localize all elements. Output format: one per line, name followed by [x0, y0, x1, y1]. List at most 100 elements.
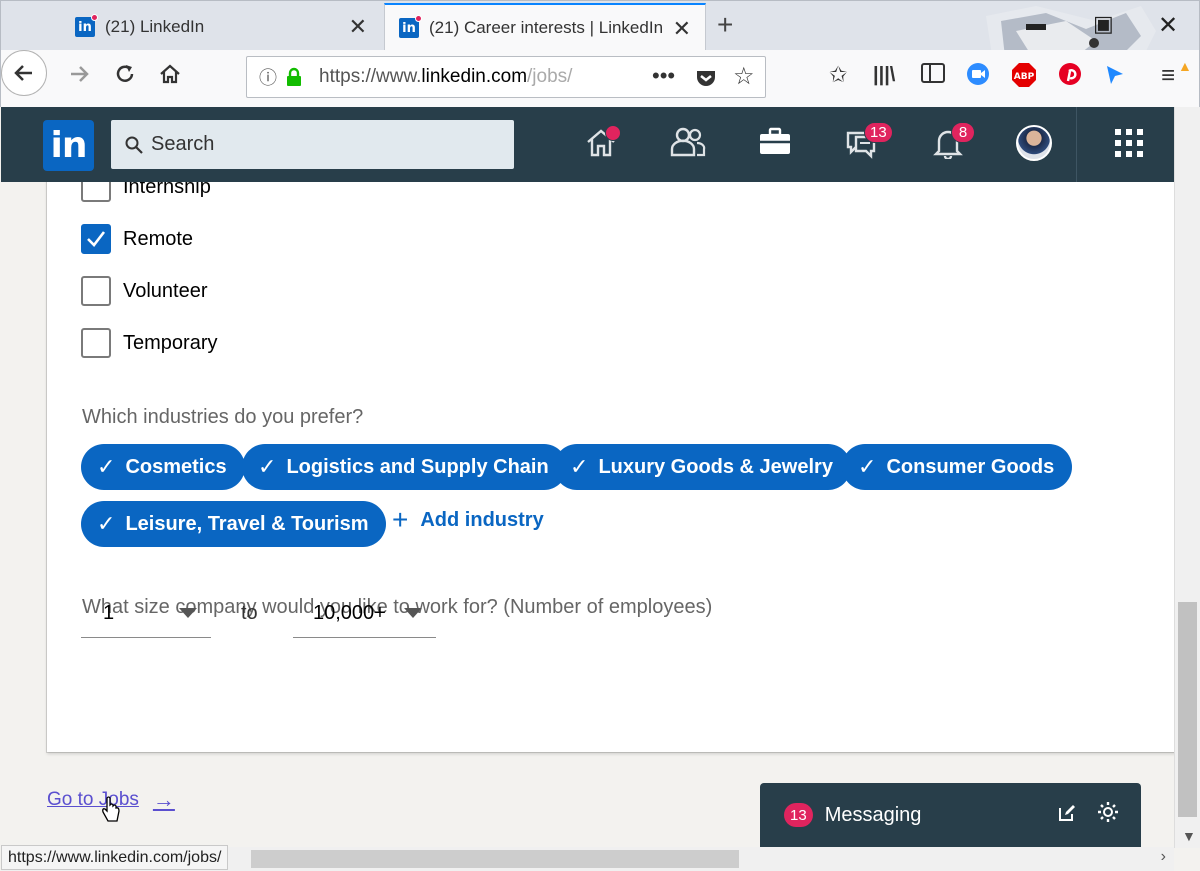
select-value: 1: [103, 602, 115, 624]
nav-my-network[interactable]: [669, 125, 709, 165]
check-icon: ✓: [258, 454, 277, 479]
hand-cursor-icon: [102, 796, 120, 822]
tab-career-interests[interactable]: in (21) Career interests | LinkedIn ✕: [384, 3, 706, 51]
svg-text:ABP: ABP: [1014, 72, 1035, 82]
scrollbar-thumb[interactable]: [251, 850, 739, 868]
forward-button[interactable]: [67, 62, 91, 93]
industry-pill-leisure[interactable]: ✓ Leisure, Travel & Tourism: [81, 501, 387, 547]
bookmark-star-icon[interactable]: ☆: [733, 62, 755, 91]
back-button[interactable]: [1, 50, 47, 96]
tab-title: (21) Career interests | LinkedIn: [429, 18, 664, 37]
nav-messaging[interactable]: 13: [844, 122, 893, 165]
window-close-icon[interactable]: ✕: [1158, 11, 1178, 40]
company-size-max-select[interactable]: 10,000+: [293, 590, 436, 638]
select-value: 10,000+: [313, 602, 386, 624]
check-icon: ✓: [97, 511, 116, 536]
tab-linkedin[interactable]: in (21) LinkedIn ✕: [61, 3, 381, 51]
avatar[interactable]: [1016, 125, 1052, 161]
adblock-icon[interactable]: ABP: [1011, 62, 1037, 94]
arrow-right-icon: →: [152, 787, 175, 812]
people-icon: [670, 127, 706, 157]
warning-icon: ▲: [1178, 58, 1192, 74]
search-input[interactable]: Search: [111, 120, 514, 169]
check-icon: ✓: [97, 454, 116, 479]
messaging-label: Messaging: [824, 803, 922, 826]
checkbox[interactable]: [81, 328, 111, 358]
checkbox[interactable]: [81, 182, 111, 202]
caret-down-icon: [179, 608, 197, 618]
messaging-count-badge: 13: [784, 803, 813, 827]
page-actions-icon[interactable]: •••: [652, 63, 675, 89]
arrow-left-icon: [14, 65, 32, 81]
tab-title: (21) LinkedIn: [105, 17, 205, 36]
pinterest-p-icon: [1059, 63, 1081, 85]
messaging-badge: 13: [864, 122, 893, 143]
header-divider: [1076, 107, 1077, 182]
close-icon[interactable]: ✕: [349, 14, 367, 40]
caret-down-icon: [404, 608, 422, 618]
linkedin-favicon-icon: in: [399, 15, 422, 38]
messaging-bar[interactable]: 13 Messaging: [760, 783, 1141, 847]
reload-icon: [116, 65, 134, 82]
vertical-scrollbar[interactable]: ▼: [1174, 107, 1200, 848]
notification-dot: [605, 125, 621, 141]
industry-pill-luxury[interactable]: ✓ Luxury Goods & Jewelry: [554, 444, 851, 490]
pill-label: Cosmetics: [125, 455, 227, 478]
industry-pill-logistics[interactable]: ✓ Logistics and Supply Chain: [242, 444, 567, 490]
pill-label: Consumer Goods: [886, 455, 1055, 478]
nav-jobs[interactable]: [758, 125, 798, 165]
notifications-badge: 8: [951, 122, 975, 143]
compose-icon[interactable]: [1057, 803, 1077, 823]
nav-work[interactable]: [1113, 127, 1153, 167]
link-status-bar: https://www.linkedin.com/jobs/: [1, 845, 229, 870]
company-size-min-select[interactable]: 1: [81, 590, 211, 638]
pill-label: Luxury Goods & Jewelry: [598, 455, 833, 478]
new-tab-icon[interactable]: +: [717, 9, 733, 41]
info-icon[interactable]: ⓘ: [259, 64, 277, 90]
go-to-jobs-label: Go to Jobs: [47, 789, 139, 810]
gear-icon[interactable]: [1097, 801, 1119, 823]
career-interests-card: Internship Remote Volunteer Temporary Wh…: [47, 182, 1174, 752]
library-icon[interactable]: |||\: [873, 64, 895, 87]
scroll-right-icon[interactable]: ›: [1161, 848, 1166, 866]
briefcase-icon: [760, 127, 790, 154]
pill-label: Logistics and Supply Chain: [286, 455, 549, 478]
checkbox[interactable]: [81, 224, 111, 254]
video-camera-icon: [967, 63, 989, 85]
nav-notifications[interactable]: 8: [931, 122, 975, 165]
scroll-down-icon[interactable]: ▼: [1182, 828, 1196, 844]
browser-nav-bar: ⓘ https://www.linkedin.com/jobs/ ••• ☆ ✩…: [0, 50, 1200, 107]
linkedin-logo[interactable]: in: [43, 120, 94, 171]
job-type-volunteer[interactable]: Volunteer: [81, 276, 208, 306]
minimize-icon[interactable]: ▬: [1026, 13, 1046, 36]
home-button[interactable]: [158, 62, 182, 93]
maximize-icon[interactable]: ▣: [1093, 11, 1114, 37]
add-industry-button[interactable]: + Add industry: [392, 504, 544, 536]
pinterest-icon[interactable]: [1058, 62, 1082, 92]
add-industry-label: Add industry: [420, 508, 544, 531]
nav-home[interactable]: [584, 125, 624, 165]
reload-button[interactable]: [113, 62, 137, 93]
industry-pill-cosmetics[interactable]: ✓ Cosmetics: [81, 444, 245, 490]
browser-tab-strip: in (21) LinkedIn ✕ in (21) Career intere…: [0, 0, 1200, 109]
to-label: to: [241, 602, 258, 624]
checkbox-label: Internship: [123, 182, 211, 198]
scrollbar-thumb[interactable]: [1178, 602, 1197, 817]
apps-grid-icon: [1115, 129, 1143, 157]
url-bar[interactable]: ⓘ https://www.linkedin.com/jobs/ ••• ☆: [246, 56, 766, 98]
zoom-extension-icon[interactable]: [966, 62, 990, 92]
close-icon[interactable]: ✕: [673, 16, 691, 42]
sidebar-icon[interactable]: [921, 62, 945, 90]
job-type-remote[interactable]: Remote: [81, 224, 193, 254]
linkedin-favicon-icon: in: [75, 14, 98, 37]
checkmark-icon: [87, 231, 106, 247]
industry-pill-consumer-goods[interactable]: ✓ Consumer Goods: [842, 444, 1073, 490]
hamburger-menu-icon[interactable]: ≡: [1161, 62, 1175, 90]
pocket-icon[interactable]: [695, 67, 717, 89]
checkbox[interactable]: [81, 276, 111, 306]
arrow-right-icon: [71, 66, 89, 82]
bookmarks-icon[interactable]: ✩: [829, 62, 847, 88]
job-type-temporary[interactable]: Temporary: [81, 328, 217, 358]
cursor-extension-icon[interactable]: [1105, 64, 1125, 92]
job-type-internship[interactable]: Internship: [81, 182, 211, 202]
